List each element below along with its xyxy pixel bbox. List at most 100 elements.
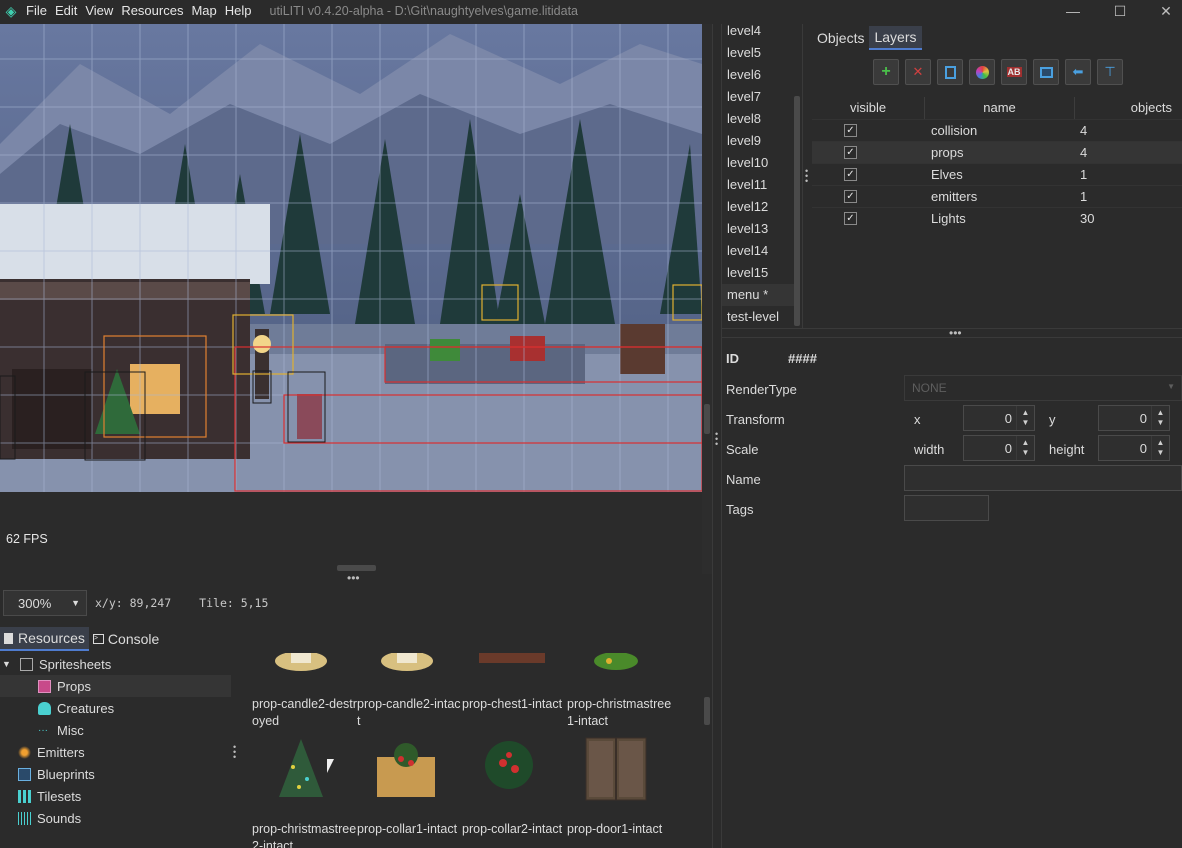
level-item-selected[interactable]: menu * bbox=[722, 284, 794, 306]
menu-help[interactable]: Help bbox=[221, 0, 256, 22]
maximize-icon[interactable]: ☐ bbox=[1097, 0, 1143, 22]
width-spinner[interactable]: 0 ▲ ▼ bbox=[963, 435, 1035, 461]
spinner-arrows-icon[interactable]: ▲ ▼ bbox=[1016, 436, 1034, 460]
resource-item[interactable]: prop-christmastree2-intact bbox=[252, 821, 357, 848]
level-item[interactable]: level15 bbox=[722, 262, 794, 284]
properties-splitter[interactable]: ••• bbox=[722, 327, 1182, 339]
header-name[interactable]: name bbox=[925, 97, 1075, 119]
menu-edit[interactable]: Edit bbox=[51, 0, 81, 22]
header-objects[interactable]: objects bbox=[1075, 97, 1182, 119]
move-layer-up-button[interactable]: ⬅ bbox=[1065, 59, 1091, 85]
main-splitter[interactable]: • • • bbox=[712, 24, 722, 848]
visible-checkbox[interactable]: ✓ bbox=[844, 124, 857, 137]
tab-objects[interactable]: Objects bbox=[812, 26, 869, 50]
tree-item-misc[interactable]: ··· Misc bbox=[0, 719, 231, 741]
splitter-handle-icon[interactable]: ••• bbox=[715, 430, 718, 449]
layer-row[interactable]: ✓ Elves 1 bbox=[812, 163, 1182, 185]
prop-thumbnail-icon[interactable] bbox=[377, 653, 437, 677]
levels-splitter[interactable]: • • • bbox=[802, 24, 812, 328]
resource-item[interactable]: prop-christmastree1-intact bbox=[567, 696, 672, 730]
visible-checkbox[interactable]: ✓ bbox=[844, 190, 857, 203]
level-item[interactable]: test-level bbox=[722, 306, 794, 328]
map-canvas[interactable] bbox=[0, 24, 702, 492]
close-icon[interactable]: ✕ bbox=[1143, 0, 1182, 22]
tree-item-creatures[interactable]: Creatures bbox=[0, 697, 231, 719]
delete-layer-button[interactable]: ✕ bbox=[905, 59, 931, 85]
splitter-handle-icon[interactable]: ••• bbox=[347, 572, 360, 584]
add-layer-button[interactable]: + bbox=[873, 59, 899, 85]
canvas-vertical-scrollbar[interactable] bbox=[702, 24, 712, 574]
resource-item[interactable]: prop-candle2-intact bbox=[357, 696, 462, 730]
level-item[interactable]: level6 bbox=[722, 64, 794, 86]
rename-layer-button[interactable]: AB bbox=[1001, 59, 1027, 85]
rendertype-select[interactable]: NONE ▼ bbox=[904, 375, 1182, 401]
collar2-thumbnail-icon[interactable] bbox=[479, 737, 539, 803]
resource-item[interactable]: prop-candle2-destroyed bbox=[252, 696, 357, 730]
tab-resources[interactable]: Resources bbox=[0, 627, 89, 651]
resource-item[interactable]: prop-collar1-intact bbox=[357, 821, 462, 838]
x-spinner[interactable]: 0 ▲ ▼ bbox=[963, 405, 1035, 431]
name-input[interactable] bbox=[904, 465, 1182, 491]
door-thumbnail-icon[interactable] bbox=[585, 737, 647, 801]
level-item[interactable]: level4 bbox=[722, 24, 794, 42]
level-item[interactable]: level14 bbox=[722, 240, 794, 262]
resource-item[interactable]: prop-chest1-intact bbox=[462, 696, 567, 713]
prop-thumbnail-icon[interactable] bbox=[271, 653, 331, 677]
move-layer-top-button[interactable]: ⊤ bbox=[1097, 59, 1123, 85]
level-item[interactable]: level7 bbox=[722, 86, 794, 108]
layer-color-button[interactable] bbox=[969, 59, 995, 85]
map-scene[interactable] bbox=[0, 24, 702, 492]
tree-splitter-icon[interactable]: • • • bbox=[233, 743, 237, 762]
level-item[interactable]: level8 bbox=[722, 108, 794, 130]
spinner-arrows-icon[interactable]: ▲ ▼ bbox=[1151, 406, 1169, 430]
resource-grid-scrollbar[interactable] bbox=[702, 653, 712, 848]
level-item[interactable]: level9 bbox=[722, 130, 794, 152]
minimize-icon[interactable]: — bbox=[1050, 0, 1096, 22]
resource-item[interactable]: prop-door1-intact bbox=[567, 821, 672, 838]
duplicate-icon bbox=[944, 65, 956, 79]
header-visible[interactable]: visible bbox=[812, 97, 925, 119]
level-item[interactable]: level12 bbox=[722, 196, 794, 218]
tab-layers[interactable]: Layers bbox=[869, 26, 922, 50]
menu-view[interactable]: View bbox=[81, 0, 117, 22]
tree-item-blueprints[interactable]: Blueprints bbox=[0, 763, 231, 785]
layer-row[interactable]: ✓ collision 4 bbox=[812, 119, 1182, 141]
tab-console[interactable]: > Console bbox=[89, 627, 163, 651]
prop-thumbnail-icon[interactable] bbox=[591, 653, 641, 673]
level-item[interactable]: level10 bbox=[722, 152, 794, 174]
tree-item-sounds[interactable]: Sounds bbox=[0, 807, 231, 829]
menu-file[interactable]: File bbox=[22, 0, 51, 22]
tree-item-label: Misc bbox=[57, 722, 84, 738]
tree-item-props[interactable]: Props bbox=[0, 675, 231, 697]
splitter-handle-icon[interactable]: ••• bbox=[805, 167, 808, 186]
visible-checkbox[interactable]: ✓ bbox=[844, 146, 857, 159]
prop-thumbnail-icon[interactable] bbox=[477, 653, 547, 665]
layer-row[interactable]: ✓ emitters 1 bbox=[812, 185, 1182, 207]
splitter-handle-icon[interactable]: ••• bbox=[949, 327, 962, 339]
menu-resources[interactable]: Resources bbox=[117, 0, 187, 22]
levels-scrollbar[interactable] bbox=[792, 24, 802, 328]
visible-checkbox[interactable]: ✓ bbox=[844, 212, 857, 225]
level-item[interactable]: level5 bbox=[722, 42, 794, 64]
y-spinner[interactable]: 0 ▲ ▼ bbox=[1098, 405, 1170, 431]
spinner-arrows-icon[interactable]: ▲ ▼ bbox=[1016, 406, 1034, 430]
tree-item-emitters[interactable]: Emitters bbox=[0, 741, 231, 763]
duplicate-layer-button[interactable] bbox=[937, 59, 963, 85]
level-item[interactable]: level11 bbox=[722, 174, 794, 196]
level-item[interactable]: level13 bbox=[722, 218, 794, 240]
menu-map[interactable]: Map bbox=[187, 0, 220, 22]
height-spinner[interactable]: 0 ▲ ▼ bbox=[1098, 435, 1170, 461]
spinner-arrows-icon[interactable]: ▲ ▼ bbox=[1151, 436, 1169, 460]
zoom-select[interactable]: 300% ▼ bbox=[3, 590, 87, 616]
christmas-tree-thumbnail-icon[interactable] bbox=[273, 737, 329, 803]
tree-item-spritesheets[interactable]: ▼ Spritesheets bbox=[0, 653, 231, 675]
collar1-thumbnail-icon[interactable] bbox=[371, 737, 441, 803]
tree-item-tilesets[interactable]: Tilesets bbox=[0, 785, 231, 807]
resource-item[interactable]: prop-collar2-intact bbox=[462, 821, 567, 838]
layer-row[interactable]: ✓ Lights 30 bbox=[812, 207, 1182, 229]
tags-input[interactable] bbox=[904, 495, 989, 521]
visible-checkbox[interactable]: ✓ bbox=[844, 168, 857, 181]
layer-row-selected[interactable]: ✓ props 4 bbox=[812, 141, 1182, 163]
expand-arrow-icon[interactable]: ▼ bbox=[2, 659, 16, 669]
select-layer-objects-button[interactable] bbox=[1033, 59, 1059, 85]
